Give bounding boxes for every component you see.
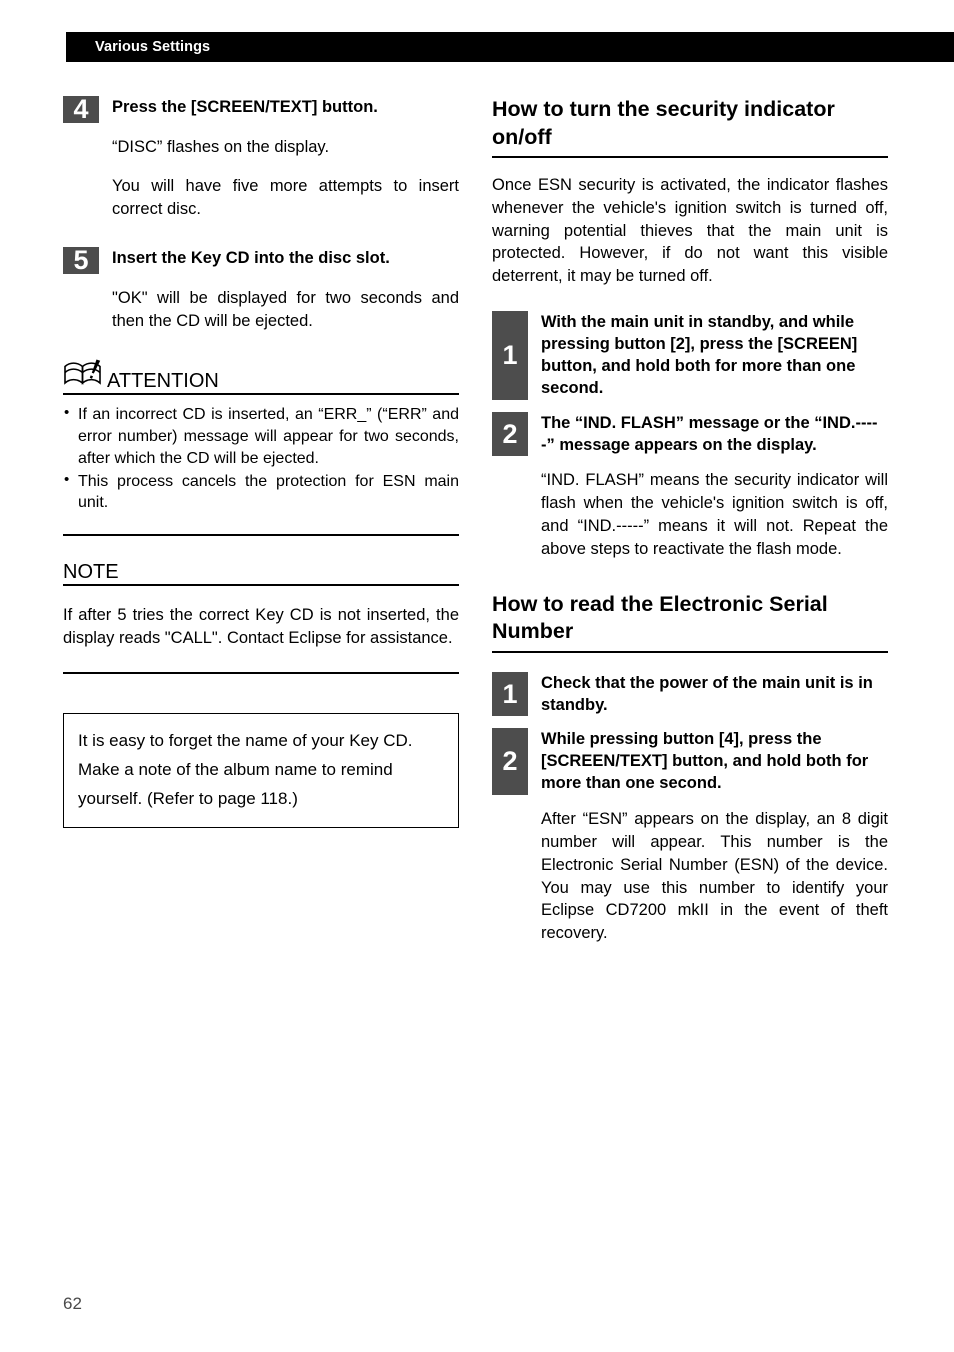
right-column: How to turn the security indicator on/of… (492, 96, 888, 961)
open-book-exclamation-icon (63, 358, 107, 393)
section-heading-electronic-serial-number: How to read the Electronic Serial Number (492, 591, 888, 653)
esn-step-1-title: Check that the power of the main unit is… (541, 673, 873, 714)
security-step-2-number: 2 (492, 411, 528, 457)
step-5-paragraph-1: "OK" will be displayed for two seconds a… (112, 288, 459, 330)
attention-bullet-list: If an incorrect CD is inserted, an “ERR_… (63, 403, 459, 515)
note-heading: NOTE (63, 561, 459, 587)
attention-heading: ATTENTION (63, 358, 459, 396)
step-4-title: Press the [SCREEN/TEXT] button. (112, 98, 378, 116)
security-step-1-title: With the main unit in standby, and while… (541, 312, 858, 397)
page-number: 62 (63, 1294, 82, 1313)
tip-box: It is easy to forget the name of your Ke… (63, 712, 459, 829)
esn-step-1: 1 Check that the power of the main unit … (492, 671, 888, 717)
esn-step-2-body: After “ESN” appears on the display, an 8… (541, 810, 888, 943)
esn-step-1-number: 1 (492, 671, 528, 717)
esn-step-2-number: 2 (492, 728, 528, 796)
step-5-number: 5 (63, 246, 99, 274)
step-4-number: 4 (63, 96, 99, 123)
note-bottom-rule (63, 671, 459, 674)
security-step-1: 1 With the main unit in standby, and whi… (492, 310, 888, 400)
security-step-2-body: “IND. FLASH” means the security indicato… (541, 471, 888, 558)
step-4: 4 Press the [SCREEN/TEXT] button. (63, 96, 459, 123)
section-heading-security-indicator: How to turn the security indicator on/of… (492, 96, 888, 159)
left-column: 4 Press the [SCREEN/TEXT] button. “DISC”… (63, 96, 459, 829)
security-step-1-number: 1 (492, 310, 528, 400)
running-header-title: Various Settings (95, 39, 211, 55)
attention-bullet-1: If an incorrect CD is inserted, an “ERR_… (63, 403, 459, 469)
step-4-paragraph-2: You will have five more attempts to inse… (112, 177, 459, 219)
note-paragraph: If after 5 tries the correct Key CD is n… (63, 606, 459, 647)
security-step-2-title: The “IND. FLASH” message or the “IND.---… (541, 413, 878, 454)
attention-label: ATTENTION (107, 370, 219, 393)
esn-step-2: 2 While pressing button [4], press the [… (492, 728, 888, 796)
security-indicator-intro: Once ESN security is activated, the indi… (492, 176, 888, 286)
step-5-title: Insert the Key CD into the disc slot. (112, 248, 390, 267)
step-4-paragraph-1: “DISC” flashes on the display. (112, 138, 330, 156)
note-label: NOTE (63, 561, 119, 584)
attention-bottom-rule (63, 534, 459, 537)
tip-box-text: It is easy to forget the name of your Ke… (78, 730, 413, 809)
security-step-2: 2 The “IND. FLASH” message or the “IND.-… (492, 411, 888, 457)
attention-bullet-2: This process cancels the protection for … (63, 470, 459, 515)
esn-step-2-title: While pressing button [4], press the [SC… (541, 730, 869, 793)
step-5: 5 Insert the Key CD into the disc slot. (63, 246, 459, 274)
running-header-bar: Various Settings (66, 32, 954, 62)
